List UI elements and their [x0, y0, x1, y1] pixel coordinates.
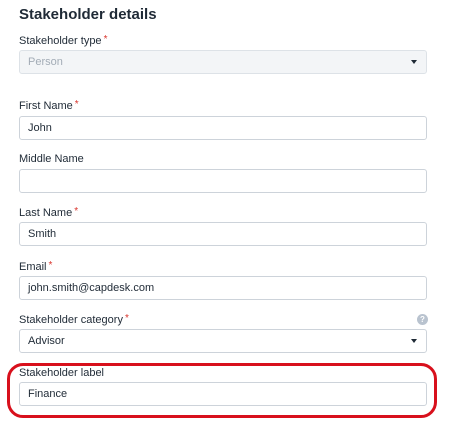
stakeholder-category-value: Advisor	[28, 335, 65, 347]
stakeholder-category-select[interactable]: Advisor	[19, 329, 427, 353]
stakeholder-type-value: Person	[28, 56, 63, 68]
chevron-down-icon	[411, 339, 417, 343]
first-name-input[interactable]: John	[19, 116, 427, 140]
middle-name-input[interactable]	[19, 169, 427, 193]
first-name-label: First Name *	[19, 99, 79, 112]
last-name-input[interactable]: Smith	[19, 222, 427, 246]
stakeholder-type-label: Stakeholder type *	[19, 34, 108, 47]
stakeholder-category-label: Stakeholder category *	[19, 313, 129, 326]
email-input[interactable]: john.smith@capdesk.com	[19, 276, 427, 300]
required-marker: *	[124, 313, 129, 324]
required-marker: *	[48, 260, 53, 271]
middle-name-label: Middle Name	[19, 153, 84, 165]
email-label: Email *	[19, 260, 53, 273]
required-marker: *	[103, 34, 108, 45]
required-marker: *	[74, 206, 79, 217]
chevron-down-icon	[411, 60, 417, 64]
stakeholder-label-label: Stakeholder label	[19, 367, 105, 379]
required-marker: *	[74, 99, 79, 110]
stakeholder-label-input[interactable]: Finance	[19, 382, 427, 406]
help-icon[interactable]: ?	[417, 314, 428, 325]
section-title: Stakeholder details	[19, 6, 157, 23]
stakeholder-type-select[interactable]: Person	[19, 50, 427, 74]
last-name-label: Last Name *	[19, 206, 79, 219]
